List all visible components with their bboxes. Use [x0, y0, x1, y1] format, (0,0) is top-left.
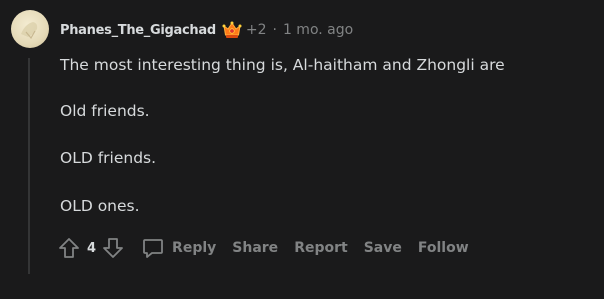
- timestamp[interactable]: 1 mo. ago: [283, 22, 353, 38]
- comment: Phanes_The_Gigachad +2 · 1 mo. ago The m…: [0, 0, 604, 299]
- upvote-arrow-icon: [59, 238, 79, 258]
- downvote-button[interactable]: [100, 235, 126, 261]
- comment-line: OLD friends.: [60, 149, 157, 167]
- comment-header: Phanes_The_Gigachad +2 · 1 mo. ago: [60, 18, 353, 42]
- follow-button[interactable]: Follow: [418, 240, 469, 256]
- downvote-arrow-icon: [103, 238, 123, 258]
- report-button[interactable]: Report: [294, 240, 348, 256]
- separator-dot: ·: [272, 22, 277, 38]
- vote-score: 4: [87, 240, 97, 256]
- thread-line[interactable]: [28, 58, 30, 274]
- user-avatar[interactable]: [11, 10, 49, 48]
- share-button[interactable]: Share: [232, 240, 278, 256]
- crown-award-icon: [221, 19, 243, 41]
- comment-line: OLD ones.: [60, 197, 140, 215]
- username[interactable]: Phanes_The_Gigachad: [60, 23, 216, 38]
- award-count: +2: [245, 22, 267, 38]
- reply-button[interactable]: Reply: [172, 240, 216, 256]
- save-button[interactable]: Save: [364, 240, 402, 256]
- action-bar: 4 Reply Share Report Save Follow: [56, 234, 469, 262]
- comment-line: Old friends.: [60, 102, 150, 120]
- speech-bubble-icon[interactable]: [140, 235, 166, 261]
- comment-line: The most interesting thing is, Al-haitha…: [60, 56, 505, 74]
- upvote-button[interactable]: [56, 235, 82, 261]
